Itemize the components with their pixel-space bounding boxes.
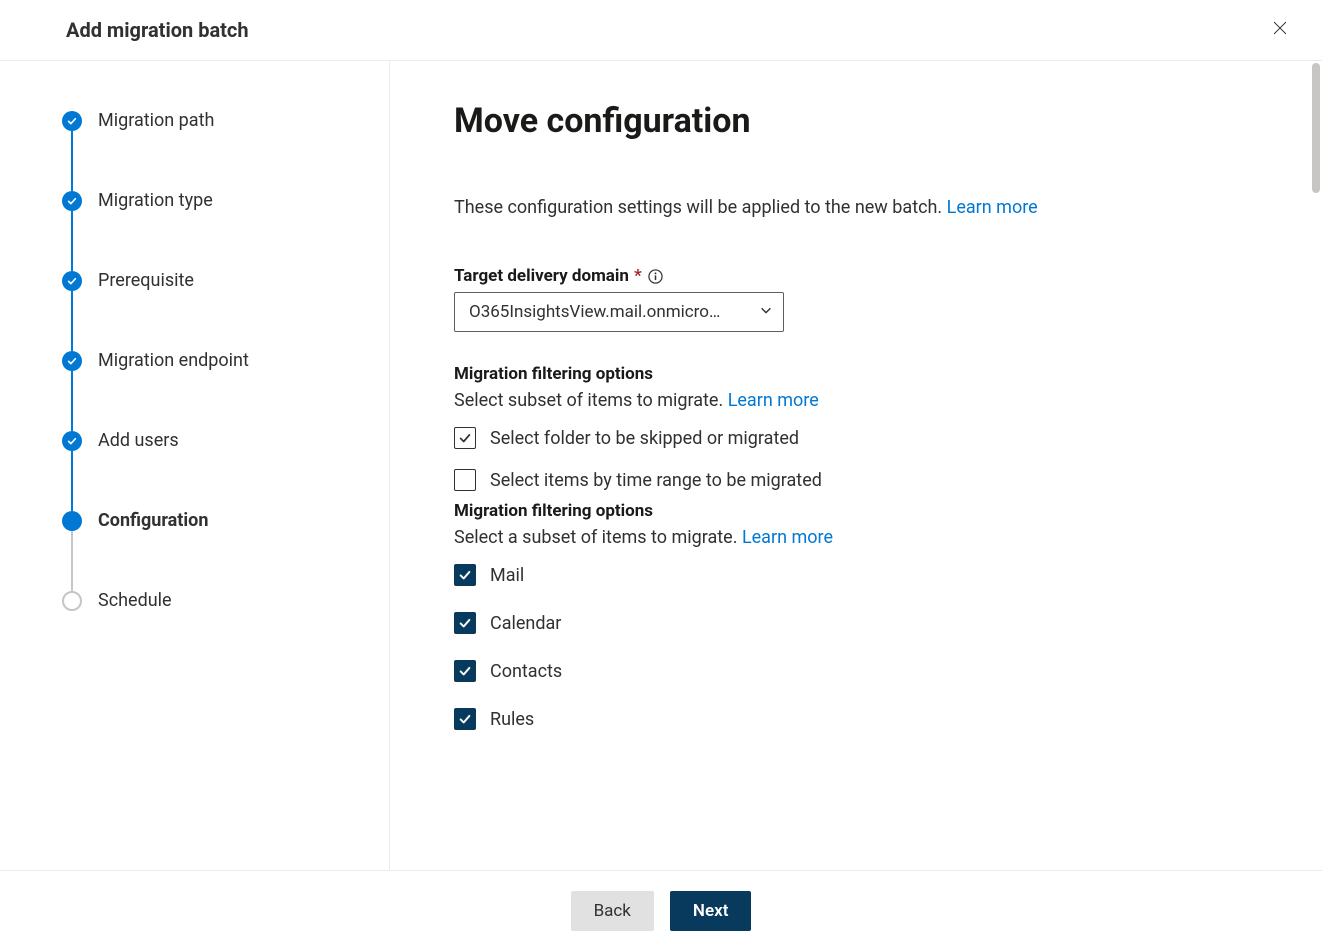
step-connector	[71, 211, 73, 271]
wizard-step[interactable]: Schedule	[62, 589, 359, 613]
opt-time-row: Select items by time range to be migrate…	[454, 469, 1262, 491]
intro-text-span: These configuration settings will be app…	[454, 197, 947, 218]
page-title: Move configuration	[454, 101, 1262, 141]
close-icon	[1271, 19, 1289, 41]
wizard-step[interactable]: Prerequisite	[62, 269, 359, 349]
target-domain-label-text: Target delivery domain	[454, 266, 629, 286]
target-domain-value: O365InsightsView.mail.onmicro…	[469, 302, 759, 322]
filter-item-label: Mail	[490, 565, 524, 586]
wizard-step[interactable]: Migration path	[62, 109, 359, 189]
wizard-step[interactable]: Add users	[62, 429, 359, 509]
step-current-icon	[62, 511, 82, 531]
wizard-step[interactable]: Migration type	[62, 189, 359, 269]
step-label: Schedule	[98, 589, 172, 613]
main-content: Move configuration These configuration s…	[390, 61, 1322, 870]
step-label: Migration endpoint	[98, 349, 249, 373]
filter2-learn-more-link[interactable]: Learn more	[742, 527, 833, 548]
filter1-sub-text: Select subset of items to migrate.	[454, 390, 728, 411]
step-done-icon	[62, 351, 82, 371]
required-asterisk: *	[634, 266, 642, 286]
wizard-step[interactable]: Configuration	[62, 509, 359, 589]
step-connector	[71, 131, 73, 191]
wizard-footer: Back Next	[0, 870, 1322, 951]
back-button[interactable]: Back	[571, 891, 654, 931]
intro-learn-more-link[interactable]: Learn more	[947, 197, 1038, 218]
filter-item-label: Rules	[490, 709, 534, 730]
wizard-stepper: Migration path Migration type Prerequisite…	[0, 61, 390, 870]
close-button[interactable]	[1268, 18, 1292, 42]
filter1-heading: Migration filtering options	[454, 364, 1262, 384]
step-label: Configuration	[98, 509, 208, 533]
filter2-heading: Migration filtering options	[454, 501, 1262, 521]
step-done-icon	[62, 111, 82, 131]
step-connector	[71, 531, 73, 591]
filter1-learn-more-link[interactable]: Learn more	[728, 390, 819, 411]
scrollbar-thumb[interactable]	[1312, 63, 1320, 193]
step-done-icon	[62, 191, 82, 211]
filter2-sub: Select a subset of items to migrate. Lea…	[454, 527, 1262, 548]
step-connector	[71, 451, 73, 511]
next-button[interactable]: Next	[670, 891, 752, 931]
filter-item-label: Contacts	[490, 661, 562, 682]
step-label: Add users	[98, 429, 179, 453]
step-connector	[71, 371, 73, 431]
target-domain-select[interactable]: O365InsightsView.mail.onmicro…	[454, 292, 784, 332]
filter2-sub-text: Select a subset of items to migrate.	[454, 527, 742, 548]
opt-folder-checkbox[interactable]	[454, 427, 476, 449]
step-connector	[71, 291, 73, 351]
step-future-icon	[62, 591, 82, 611]
target-domain-label: Target delivery domain *	[454, 266, 1262, 286]
intro-text: These configuration settings will be app…	[454, 197, 1262, 218]
info-icon[interactable]	[648, 269, 663, 284]
filter-item-row: Contacts	[454, 660, 1262, 682]
opt-time-checkbox[interactable]	[454, 469, 476, 491]
target-domain-field: Target delivery domain * O365InsightsVie…	[454, 266, 1262, 332]
step-label: Migration path	[98, 109, 214, 133]
page-header-title: Add migration batch	[66, 18, 249, 42]
filter1-sub: Select subset of items to migrate. Learn…	[454, 390, 1262, 411]
filter-item-row: Mail	[454, 564, 1262, 586]
step-label: Prerequisite	[98, 269, 194, 293]
opt-time-label: Select items by time range to be migrate…	[490, 470, 822, 491]
header: Add migration batch	[0, 0, 1322, 61]
step-done-icon	[62, 431, 82, 451]
filter-item-row: Calendar	[454, 612, 1262, 634]
step-done-icon	[62, 271, 82, 291]
filter-item-checkbox[interactable]	[454, 660, 476, 682]
filter-item-row: Rules	[454, 708, 1262, 730]
chevron-down-icon	[759, 302, 773, 322]
opt-folder-label: Select folder to be skipped or migrated	[490, 428, 799, 449]
wizard-step[interactable]: Migration endpoint	[62, 349, 359, 429]
opt-folder-row: Select folder to be skipped or migrated	[454, 427, 1262, 449]
filter-item-checkbox[interactable]	[454, 564, 476, 586]
filter-item-label: Calendar	[490, 613, 561, 634]
filter-item-checkbox[interactable]	[454, 708, 476, 730]
step-label: Migration type	[98, 189, 213, 213]
filter-item-checkbox[interactable]	[454, 612, 476, 634]
